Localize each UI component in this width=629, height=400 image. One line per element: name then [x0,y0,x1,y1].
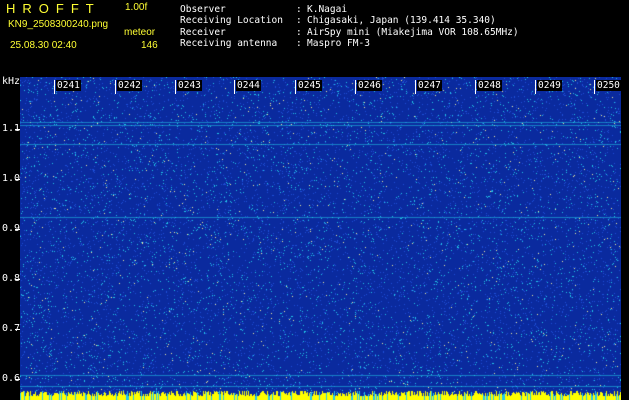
antenna-label: Receiving antenna [180,38,278,49]
receiver-value: AirSpy mini (Miakejima VOR 108.65MHz) [307,27,519,38]
mode-label: meteor [124,27,156,38]
time-tick-label: 0248 [475,80,502,94]
time-tick-label: 0250 [594,80,621,94]
time-tick-label: 0245 [295,80,322,94]
date-time: 25.08.30 02:40 [10,40,77,51]
detection-count: 146 [141,40,158,51]
receiver-colon: : [296,27,302,38]
spectrogram-waterfall[interactable]: 0241 0242 0243 0244 0245 0246 0247 0248 … [20,77,621,400]
spectrogram-canvas [20,77,621,400]
time-tick-label: 0247 [415,80,442,94]
time-tick-label: 0241 [54,80,81,94]
antenna-colon: : [296,38,302,49]
y-axis-unit: kHz [2,76,21,87]
time-tick-label: 0243 [175,80,202,94]
observer-label: Observer [180,4,226,15]
time-tick-label: 0249 [535,80,562,94]
app-version: 1.00f [125,2,148,13]
antenna-value: Maspro FM-3 [307,38,370,49]
time-tick-label: 0244 [234,80,261,94]
observer-colon: : [296,4,302,15]
location-label: Receiving Location [180,15,283,26]
observer-value: K.Nagai [307,4,348,15]
file-name: KN9_2508300240.png [8,19,109,30]
receiver-label: Receiver [180,27,226,38]
app-title: HROFFT [6,1,101,16]
location-value: Chigasaki, Japan (139.414 35.340) [307,15,496,26]
location-colon: : [296,15,302,26]
time-tick-label: 0246 [355,80,382,94]
time-tick-label: 0242 [115,80,142,94]
